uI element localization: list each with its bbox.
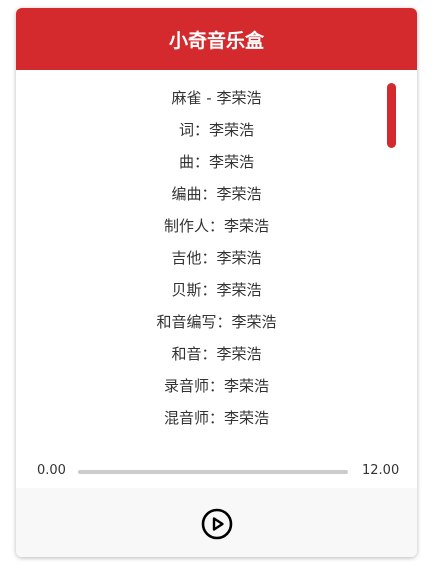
current-time: 0.00 [37, 463, 66, 478]
progress-row: 0.00 12.00 [16, 460, 417, 484]
progress-bar[interactable] [78, 470, 348, 474]
lyric-line: 贝斯：李荣浩 [171, 281, 262, 299]
music-player-card: 小奇音乐盒 麻雀 - 李荣浩 词：李荣浩 曲：李荣浩 编曲：李荣浩 制作人：李荣… [16, 8, 417, 557]
app-header: 小奇音乐盒 [16, 8, 417, 70]
lyrics-scrollbar[interactable] [387, 83, 396, 148]
controls-bar [16, 488, 417, 557]
lyrics-panel[interactable]: 麻雀 - 李荣浩 词：李荣浩 曲：李荣浩 编曲：李荣浩 制作人：李荣浩 吉他：李… [16, 70, 417, 445]
lyric-line: 混音师：李荣浩 [163, 409, 269, 427]
lyric-line: 编曲：李荣浩 [171, 185, 262, 203]
play-button[interactable] [201, 508, 233, 540]
lyric-line: 制作人：李荣浩 [163, 217, 269, 235]
lyric-line: 录音师：李荣浩 [163, 377, 269, 395]
lyric-line: 词：李荣浩 [178, 121, 254, 139]
play-circle-icon [201, 508, 233, 540]
lyric-line: 和音编写：李荣浩 [156, 313, 277, 331]
lyric-line: 吉他：李荣浩 [171, 249, 262, 267]
lyric-line: 麻雀 - 李荣浩 [171, 89, 262, 107]
lyric-line: 曲：李荣浩 [178, 153, 254, 171]
app-title: 小奇音乐盒 [168, 29, 264, 52]
total-time: 12.00 [362, 463, 400, 478]
lyric-line: 和音：李荣浩 [171, 345, 262, 363]
